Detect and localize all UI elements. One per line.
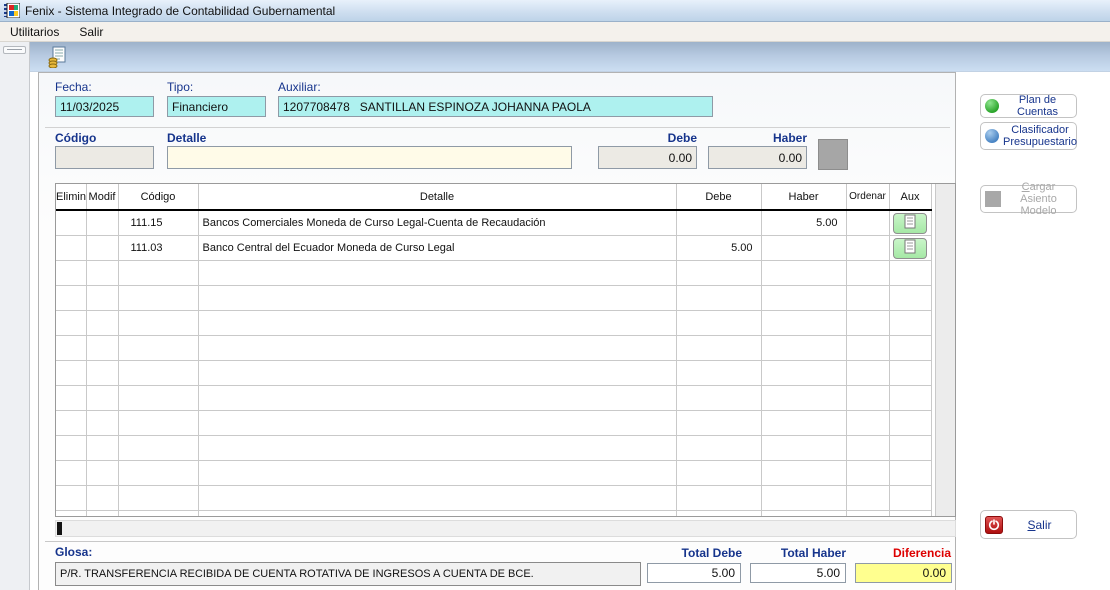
aux-button[interactable] (893, 238, 927, 259)
gray-square-icon (985, 191, 1001, 207)
table-row-empty[interactable] (56, 435, 931, 460)
debe-input[interactable] (598, 146, 697, 169)
grid-horizontal-scrollbar[interactable] (55, 520, 956, 537)
clasificador-presupuestario-button[interactable]: Clasificador Presupuestario (980, 122, 1077, 150)
tipo-input[interactable] (167, 96, 266, 117)
cell-haber[interactable]: 5.00 (761, 210, 846, 235)
total-haber-label: Total Haber (750, 546, 846, 560)
cell-modif[interactable] (86, 210, 118, 235)
cell-modif[interactable] (86, 235, 118, 260)
cell-aux (889, 235, 931, 260)
cell-debe[interactable]: 5.00 (676, 235, 761, 260)
total-debe-input[interactable] (647, 563, 741, 583)
power-icon (985, 516, 1003, 534)
diferencia-input[interactable] (855, 563, 952, 583)
table-row[interactable]: 111.15 Bancos Comerciales Moneda de Curs… (56, 210, 931, 235)
menubar: Utilitarios Salir (0, 22, 1110, 42)
col-codigo: Código (118, 184, 198, 210)
table-row-empty[interactable] (56, 460, 931, 485)
col-detalle: Detalle (198, 184, 676, 210)
menu-item-utilitarios[interactable]: Utilitarios (0, 23, 69, 41)
fecha-label: Fecha: (55, 80, 92, 94)
cell-codigo[interactable]: 111.15 (118, 210, 198, 235)
fecha-input[interactable] (55, 96, 154, 117)
cell-detalle[interactable]: Bancos Comerciales Moneda de Curso Legal… (198, 210, 676, 235)
entries-table: Elimin Modif Código Detalle Debe Haber O… (56, 184, 932, 517)
cell-detalle[interactable]: Banco Central del Ecuador Moneda de Curs… (198, 235, 676, 260)
tipo-label: Tipo: (167, 80, 193, 94)
app-icon (4, 3, 20, 18)
window-title: Fenix - Sistema Integrado de Contabilida… (25, 4, 335, 18)
scrollbar-thumb[interactable] (57, 522, 62, 535)
cell-codigo[interactable]: 111.03 (118, 235, 198, 260)
cell-elimin[interactable] (56, 235, 86, 260)
glosa-label: Glosa: (55, 545, 92, 559)
cell-aux (889, 210, 931, 235)
footer-divider (45, 541, 950, 542)
auxiliar-label: Auxiliar: (278, 80, 321, 94)
col-elimin: Elimin (56, 184, 86, 210)
cargar-asiento-modelo-button: Cargar Asiento Modelo (980, 185, 1077, 213)
cell-ordenar[interactable] (846, 210, 889, 235)
col-modif: Modif (86, 184, 118, 210)
splitter-grip[interactable] (3, 46, 26, 54)
table-row-empty[interactable] (56, 510, 931, 517)
salir-button[interactable]: Salir (980, 510, 1077, 539)
grid-vertical-scrollbar[interactable] (935, 184, 955, 516)
cell-haber[interactable] (761, 235, 846, 260)
col-ordenar: Ordenar (846, 184, 889, 210)
table-row-empty[interactable] (56, 260, 931, 285)
menu-item-salir[interactable]: Salir (69, 23, 113, 41)
detalle-input[interactable] (167, 146, 572, 169)
auxiliar-input[interactable] (278, 96, 713, 117)
gray-square-button[interactable] (818, 139, 848, 170)
plan-de-cuentas-button[interactable]: Plan de Cuentas (980, 94, 1077, 118)
document-icon (904, 239, 916, 254)
debe-label: Debe (598, 131, 697, 145)
detalle-label: Detalle (167, 131, 206, 145)
green-sphere-icon (985, 99, 999, 113)
toolbar (30, 42, 1110, 72)
plan-de-cuentas-label: Plan de Cuentas (1003, 94, 1072, 118)
col-haber: Haber (761, 184, 846, 210)
document-icon (904, 214, 916, 229)
cell-debe[interactable] (676, 210, 761, 235)
table-row-empty[interactable] (56, 410, 931, 435)
table-row-empty[interactable] (56, 360, 931, 385)
table-row-empty[interactable] (56, 385, 931, 410)
window-titlebar: Fenix - Sistema Integrado de Contabilida… (0, 0, 1110, 22)
col-debe: Debe (676, 184, 761, 210)
codigo-label: Código (55, 131, 96, 145)
glosa-input[interactable] (55, 562, 641, 586)
diferencia-label: Diferencia (855, 546, 951, 560)
blue-sphere-icon (985, 129, 999, 143)
entries-grid: Elimin Modif Código Detalle Debe Haber O… (55, 183, 956, 517)
total-haber-input[interactable] (750, 563, 846, 583)
clasificador-label: Clasificador Presupuestario (1003, 124, 1077, 148)
table-row-empty[interactable] (56, 285, 931, 310)
col-aux: Aux (889, 184, 931, 210)
table-row[interactable]: 111.03 Banco Central del Ecuador Moneda … (56, 235, 931, 260)
haber-input[interactable] (708, 146, 807, 169)
cell-ordenar[interactable] (846, 235, 889, 260)
codigo-input[interactable] (55, 146, 154, 169)
salir-label: Salir (1007, 519, 1072, 531)
cell-elimin[interactable] (56, 210, 86, 235)
new-document-icon[interactable] (47, 46, 69, 68)
table-row-empty[interactable] (56, 310, 931, 335)
total-debe-label: Total Debe (647, 546, 742, 560)
aux-button[interactable] (893, 213, 927, 234)
section-divider (45, 127, 950, 128)
table-row-empty[interactable] (56, 335, 931, 360)
haber-label: Haber (708, 131, 807, 145)
table-row-empty[interactable] (56, 485, 931, 510)
grid-header-row: Elimin Modif Código Detalle Debe Haber O… (56, 184, 931, 210)
side-panel-splitter[interactable] (0, 42, 30, 590)
cargar-asiento-label: Cargar Asiento Modelo (1005, 181, 1072, 217)
